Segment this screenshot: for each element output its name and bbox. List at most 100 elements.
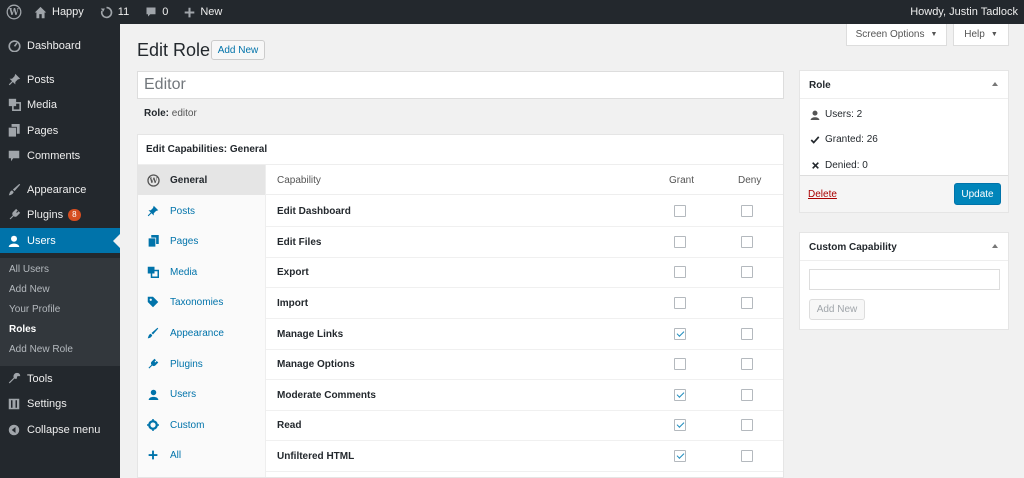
grant-checkbox[interactable] [674,450,686,462]
grant-checkbox[interactable] [674,205,686,217]
svg-text:W: W [148,176,158,185]
capability-row: Edit Dashboard [266,196,784,227]
granted-count: Granted: 26 [825,134,878,145]
submenu-item-all-users[interactable]: All Users [9,264,49,275]
add-new-role-button[interactable]: Add New [211,40,265,60]
tab-label: Custom [170,420,204,431]
updates-icon [100,6,113,19]
tab-appearance[interactable]: Appearance [138,318,265,348]
deny-checkbox[interactable] [741,266,753,278]
tab-media[interactable]: Media [138,257,265,287]
deny-checkbox[interactable] [741,236,753,248]
tab-custom[interactable]: Custom [138,410,265,440]
sidebar-item-plugins[interactable]: Plugins 8 [0,202,120,227]
tab-posts[interactable]: Posts [138,196,265,226]
site-name: Happy [52,6,84,18]
submenu-item-add-new[interactable]: Add New [9,284,50,295]
capabilities-box: Edit Capabilities: General W General Pos… [137,134,784,478]
pin-icon [146,204,160,218]
account-menu[interactable]: Howdy, Justin Tadlock [902,0,1024,24]
sidebar-item-dashboard[interactable]: Dashboard [0,33,120,58]
sidebar-item-label: Dashboard [27,40,81,52]
deny-checkbox[interactable] [741,389,753,401]
plus-icon [184,7,195,18]
plus-icon [146,448,160,462]
grant-checkbox[interactable] [674,389,686,401]
collapse-menu-button[interactable]: Collapse menu [0,417,120,442]
comments-link[interactable]: 0 [137,0,176,24]
tab-plugins[interactable]: Plugins [138,349,265,379]
grant-checkbox[interactable] [674,358,686,370]
sidebar-item-comments[interactable]: Comments [0,143,120,168]
capability-row: Edit Files [266,227,784,258]
tab-label: Appearance [170,328,224,339]
tab-label: Posts [170,206,195,217]
tab-general[interactable]: W General [138,165,265,195]
role-box-title: Role [809,80,831,91]
submenu-item-your-profile[interactable]: Your Profile [9,304,60,315]
delete-role-link[interactable]: Delete [808,189,837,200]
new-content-link[interactable]: New [176,0,230,24]
tab-taxonomies[interactable]: Taxonomies [138,287,265,317]
tab-all[interactable]: All [138,440,265,470]
submenu-item-add-new-role[interactable]: Add New Role [9,344,73,355]
plug-icon [7,208,21,222]
grant-checkbox[interactable] [674,236,686,248]
page-title: Edit Role [137,40,210,61]
sidebar-item-label: Tools [27,373,53,385]
denied-count-stat: Denied: 0 [810,160,868,171]
update-role-button[interactable]: Update [954,183,1001,205]
media-icon [7,98,21,112]
deny-checkbox[interactable] [741,358,753,370]
sidebar-item-appearance[interactable]: Appearance [0,177,120,202]
capability-name: Export [277,267,309,278]
capability-row: Manage Links [266,319,784,350]
sidebar-item-pages[interactable]: Pages [0,118,120,143]
capability-name: Edit Files [277,237,321,248]
tag-icon [146,295,160,309]
collapse-toggle-icon[interactable] [992,82,998,86]
sidebar-item-label: Collapse menu [27,424,100,436]
sidebar-item-users[interactable]: Users [0,228,120,253]
capability-tabs: W General Posts Pages Media Taxonomies A… [138,165,266,478]
sidebar-item-tools[interactable]: Tools [0,366,120,391]
grant-checkbox[interactable] [674,328,686,340]
custom-box-header[interactable]: Custom Capability [800,233,1008,261]
updates-link[interactable]: 11 [92,0,137,24]
help-button[interactable]: Help▼ [953,24,1009,46]
collapse-toggle-icon[interactable] [992,244,998,248]
grant-checkbox[interactable] [674,419,686,431]
role-name-input[interactable]: Editor [137,71,784,99]
sidebar-item-media[interactable]: Media [0,92,120,117]
help-label: Help [964,29,985,40]
grant-checkbox[interactable] [674,297,686,309]
deny-checkbox[interactable] [741,419,753,431]
sidebar-item-posts[interactable]: Posts [0,67,120,92]
tab-users[interactable]: Users [138,379,265,409]
pages-icon [7,124,21,138]
deny-checkbox[interactable] [741,297,753,309]
sidebar-item-label: Appearance [27,184,86,196]
grant-checkbox[interactable] [674,266,686,278]
deny-checkbox[interactable] [741,205,753,217]
user-icon [146,387,160,401]
sidebar-item-label: Media [27,99,57,111]
tab-pages[interactable]: Pages [138,226,265,256]
screen-options-button[interactable]: Screen Options▼ [846,24,947,46]
wordpress-logo-button[interactable]: W [0,0,26,24]
comment-icon [145,6,157,18]
submenu-item-roles[interactable]: Roles [9,324,36,335]
tab-label: Plugins [170,359,203,370]
role-box-header[interactable]: Role [800,71,1008,99]
plug-icon [146,357,160,371]
add-custom-capability-button[interactable]: Add New [809,299,865,320]
plugin-updates-badge: 8 [68,209,80,221]
screen-options-label: Screen Options [856,29,925,40]
deny-checkbox[interactable] [741,328,753,340]
denied-count: Denied: 0 [825,160,868,171]
sidebar-item-settings[interactable]: Settings [0,391,120,416]
custom-capability-input[interactable] [809,269,1000,290]
site-name-link[interactable]: Happy [26,0,92,24]
deny-column-header: Deny [738,175,761,186]
deny-checkbox[interactable] [741,450,753,462]
